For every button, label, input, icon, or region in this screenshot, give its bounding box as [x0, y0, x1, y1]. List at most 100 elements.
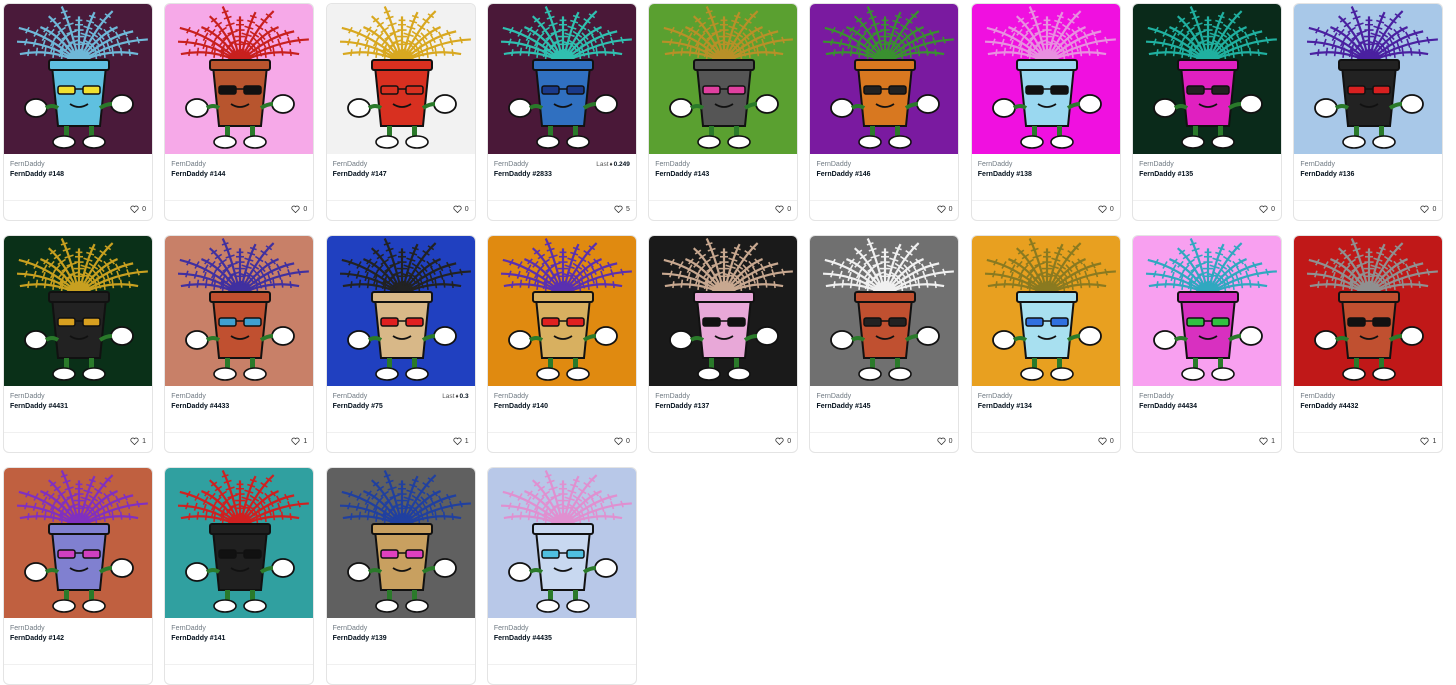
- nft-title[interactable]: FernDaddy #142: [10, 634, 146, 644]
- nft-card[interactable]: FernDaddyFernDaddy #4434 1: [1132, 235, 1282, 453]
- nft-image[interactable]: [327, 468, 476, 618]
- favorite-button[interactable]: 1: [1420, 437, 1436, 445]
- nft-title[interactable]: FernDaddy #143: [655, 170, 791, 180]
- nft-card[interactable]: FernDaddyFernDaddy #144 0: [164, 3, 314, 221]
- nft-image[interactable]: [4, 468, 153, 618]
- collection-name[interactable]: FernDaddy: [10, 624, 146, 634]
- nft-card[interactable]: FernDaddyFernDaddy #44311: [3, 235, 153, 453]
- nft-title[interactable]: FernDaddy #140: [494, 402, 630, 412]
- nft-card[interactable]: FernDaddyFernDaddy #135 0: [1132, 3, 1282, 221]
- favorite-button[interactable]: 0: [130, 205, 146, 213]
- nft-image[interactable]: [1133, 4, 1282, 154]
- collection-name[interactable]: FernDaddy: [978, 160, 1114, 170]
- nft-card[interactable]: FernDaddyFernDaddy #146 0: [809, 3, 959, 221]
- nft-card[interactable]: FernDaddyFernDaddy #148 0: [3, 3, 153, 221]
- collection-name[interactable]: FernDaddy: [171, 160, 307, 170]
- nft-title[interactable]: FernDaddy #137: [655, 402, 791, 412]
- collection-name[interactable]: FernDaddy: [171, 392, 307, 402]
- nft-card[interactable]: FernDaddyFernDaddy #137 0: [648, 235, 798, 453]
- nft-image[interactable]: [972, 236, 1121, 386]
- favorite-button[interactable]: 0: [291, 205, 307, 213]
- nft-card[interactable]: FernDaddyFernDaddy #1430: [648, 3, 798, 221]
- favorite-button[interactable]: 1: [291, 437, 307, 445]
- nft-title[interactable]: FernDaddy #146: [816, 170, 952, 180]
- nft-image[interactable]: [649, 4, 798, 154]
- nft-card[interactable]: FernDaddyFernDaddy #139: [326, 467, 476, 685]
- favorite-button[interactable]: 0: [775, 437, 791, 445]
- nft-card[interactable]: FernDaddyFernDaddy #4432 1: [1293, 235, 1443, 453]
- nft-title[interactable]: FernDaddy #4431: [10, 402, 146, 412]
- favorite-button[interactable]: 0: [1420, 205, 1436, 213]
- collection-name[interactable]: FernDaddy: [655, 392, 791, 402]
- nft-image[interactable]: [327, 236, 476, 386]
- nft-image[interactable]: [1294, 236, 1443, 386]
- favorite-button[interactable]: 0: [937, 437, 953, 445]
- favorite-button[interactable]: 5: [614, 205, 630, 213]
- nft-card[interactable]: FernDaddyFernDaddy #2833Last♦0.2495: [487, 3, 637, 221]
- nft-title[interactable]: FernDaddy #139: [333, 634, 469, 644]
- nft-title[interactable]: FernDaddy #4435: [494, 634, 630, 644]
- collection-name[interactable]: FernDaddy: [333, 624, 469, 634]
- favorite-button[interactable]: 0: [453, 205, 469, 213]
- nft-title[interactable]: FernDaddy #4433: [171, 402, 307, 412]
- nft-card[interactable]: FernDaddyFernDaddy #145 0: [809, 235, 959, 453]
- nft-image[interactable]: [4, 236, 153, 386]
- nft-card[interactable]: FernDaddyFernDaddy #75Last♦0.31: [326, 235, 476, 453]
- nft-title[interactable]: FernDaddy #134: [978, 402, 1114, 412]
- collection-name[interactable]: FernDaddy: [333, 160, 469, 170]
- favorite-button[interactable]: 1: [1259, 437, 1275, 445]
- favorite-button[interactable]: 0: [1098, 205, 1114, 213]
- nft-image[interactable]: [165, 236, 314, 386]
- nft-card[interactable]: FernDaddyFernDaddy #142: [3, 467, 153, 685]
- nft-card[interactable]: FernDaddyFernDaddy #4435: [487, 467, 637, 685]
- nft-title[interactable]: FernDaddy #4432: [1300, 402, 1436, 412]
- nft-image[interactable]: [488, 236, 637, 386]
- collection-name[interactable]: FernDaddy: [1300, 160, 1436, 170]
- nft-image[interactable]: [810, 236, 959, 386]
- nft-card[interactable]: FernDaddyFernDaddy #4433 1: [164, 235, 314, 453]
- collection-name[interactable]: FernDaddy: [494, 392, 630, 402]
- nft-card[interactable]: FernDaddyFernDaddy #134 0: [971, 235, 1121, 453]
- nft-card[interactable]: FernDaddyFernDaddy #147 0: [326, 3, 476, 221]
- collection-name[interactable]: FernDaddy: [10, 160, 146, 170]
- nft-title[interactable]: FernDaddy #4434: [1139, 402, 1275, 412]
- nft-card[interactable]: FernDaddyFernDaddy #141: [164, 467, 314, 685]
- favorite-button[interactable]: 1: [130, 437, 146, 445]
- nft-image[interactable]: [1294, 4, 1443, 154]
- collection-name[interactable]: FernDaddy: [1139, 392, 1275, 402]
- favorite-button[interactable]: 0: [1259, 205, 1275, 213]
- nft-card[interactable]: FernDaddyFernDaddy #140 0: [487, 235, 637, 453]
- nft-title[interactable]: FernDaddy #144: [171, 170, 307, 180]
- nft-image[interactable]: [810, 4, 959, 154]
- nft-title[interactable]: FernDaddy #147: [333, 170, 469, 180]
- nft-title[interactable]: FernDaddy #2833: [494, 170, 630, 180]
- favorite-button[interactable]: 0: [937, 205, 953, 213]
- nft-image[interactable]: [488, 4, 637, 154]
- nft-title[interactable]: FernDaddy #145: [816, 402, 952, 412]
- nft-image[interactable]: [165, 468, 314, 618]
- collection-name[interactable]: FernDaddy: [816, 160, 952, 170]
- collection-name[interactable]: FernDaddy: [978, 392, 1114, 402]
- favorite-button[interactable]: 0: [1098, 437, 1114, 445]
- nft-card[interactable]: FernDaddyFernDaddy #138 0: [971, 3, 1121, 221]
- nft-image[interactable]: [327, 4, 476, 154]
- collection-name[interactable]: FernDaddy: [494, 624, 630, 634]
- nft-title[interactable]: FernDaddy #138: [978, 170, 1114, 180]
- nft-image[interactable]: [4, 4, 153, 154]
- favorite-button[interactable]: 0: [775, 205, 791, 213]
- collection-name[interactable]: FernDaddy: [1139, 160, 1275, 170]
- nft-title[interactable]: FernDaddy #75: [333, 402, 469, 412]
- collection-name[interactable]: FernDaddy: [816, 392, 952, 402]
- nft-card[interactable]: FernDaddyFernDaddy #136 0: [1293, 3, 1443, 221]
- nft-title[interactable]: FernDaddy #135: [1139, 170, 1275, 180]
- nft-title[interactable]: FernDaddy #136: [1300, 170, 1436, 180]
- favorite-button[interactable]: 0: [614, 437, 630, 445]
- nft-image[interactable]: [488, 468, 637, 618]
- collection-name[interactable]: FernDaddy: [171, 624, 307, 634]
- nft-image[interactable]: [649, 236, 798, 386]
- nft-title[interactable]: FernDaddy #148: [10, 170, 146, 180]
- nft-image[interactable]: [1133, 236, 1282, 386]
- nft-image[interactable]: [165, 4, 314, 154]
- collection-name[interactable]: FernDaddy: [1300, 392, 1436, 402]
- nft-image[interactable]: [972, 4, 1121, 154]
